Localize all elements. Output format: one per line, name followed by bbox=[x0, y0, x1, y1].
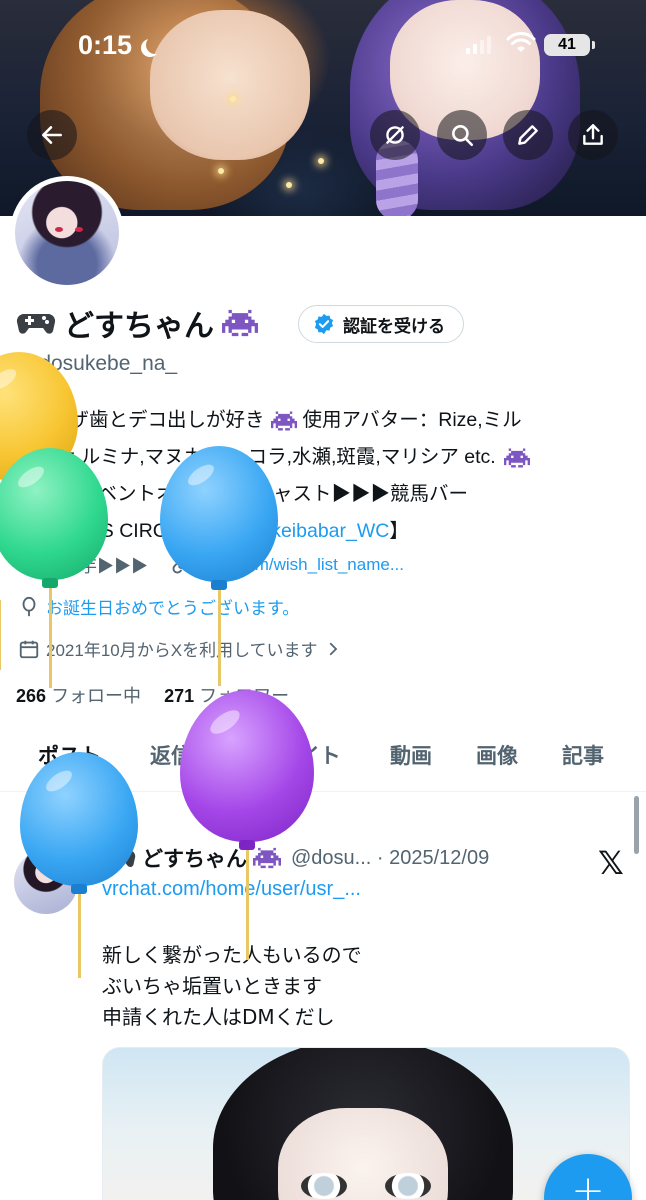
banner-sparkle bbox=[218, 168, 224, 174]
balloon-blue bbox=[20, 752, 140, 982]
moon-icon bbox=[146, 36, 164, 54]
balloon-purple bbox=[180, 690, 316, 960]
search-button[interactable] bbox=[437, 110, 487, 160]
status-time: 0:15 bbox=[78, 30, 133, 60]
bio-text: 使用アバター：Rize,ミル bbox=[302, 409, 522, 431]
profile-avatar[interactable] bbox=[10, 176, 124, 290]
get-verified-button[interactable]: 認証を受ける bbox=[298, 305, 464, 343]
bio-text: ギザ歯とデコ出しが好き bbox=[50, 409, 265, 431]
post-text-line: ぶいちゃ垢置いときます bbox=[102, 974, 322, 998]
post-text-line: 申請くれた人はDMくだし bbox=[102, 1005, 335, 1029]
bio-text: 】 bbox=[389, 520, 409, 542]
post-image-art bbox=[385, 1173, 431, 1199]
post-handle-date: @dosu... · 2025/12/09 bbox=[291, 846, 490, 869]
banner-sparkle bbox=[318, 158, 324, 164]
following-count: 266 bbox=[16, 686, 47, 706]
x-logo-icon: 𝕏 bbox=[598, 844, 624, 882]
display-name: どすちゃん bbox=[64, 310, 214, 343]
notifications-off-button[interactable] bbox=[370, 110, 420, 160]
post-image-art bbox=[301, 1173, 347, 1199]
share-button[interactable] bbox=[568, 110, 618, 160]
avatar-art bbox=[55, 227, 63, 232]
balloon-string bbox=[0, 600, 4, 670]
balloon-blue bbox=[160, 446, 280, 686]
game-controller-icon bbox=[16, 313, 56, 334]
alien-monster-icon bbox=[270, 411, 297, 430]
plus-icon: + bbox=[571, 1168, 605, 1200]
alien-monster-icon bbox=[222, 309, 258, 337]
arrow-left-icon bbox=[42, 126, 62, 144]
tab-videos[interactable]: 動画 bbox=[390, 740, 432, 770]
verified-badge-icon bbox=[314, 313, 334, 335]
edit-button[interactable] bbox=[503, 110, 553, 160]
following-label: フォロー中 bbox=[51, 686, 142, 706]
no-notifications-icon bbox=[386, 126, 404, 144]
tab-articles[interactable]: 記事 bbox=[562, 740, 604, 770]
back-button[interactable] bbox=[27, 110, 77, 160]
scrollbar[interactable] bbox=[634, 796, 639, 854]
chevron-right-icon bbox=[329, 642, 337, 655]
wifi-icon bbox=[506, 32, 536, 52]
banner-sparkle bbox=[230, 96, 236, 102]
balloon-green bbox=[0, 448, 110, 688]
avatar-art bbox=[75, 227, 83, 232]
search-icon bbox=[452, 125, 474, 147]
tab-photos[interactable]: 画像 bbox=[476, 740, 518, 770]
display-name-row: どすちゃん bbox=[16, 303, 258, 343]
following-link[interactable]: 266 フォロー中 bbox=[16, 686, 141, 706]
banner-sparkle bbox=[286, 182, 292, 188]
verify-button-label: 認証を受ける bbox=[343, 316, 445, 337]
battery-icon: 41 bbox=[544, 34, 595, 56]
alien-monster-icon bbox=[503, 448, 530, 467]
share-icon bbox=[583, 124, 603, 145]
status-bar: 0:15 41 bbox=[0, 30, 646, 70]
cellular-signal-icon bbox=[466, 36, 491, 54]
edit-icon bbox=[518, 125, 538, 145]
bio-line: ギザ歯とデコ出しが好き 使用アバター：Rize,ミル bbox=[18, 402, 628, 439]
